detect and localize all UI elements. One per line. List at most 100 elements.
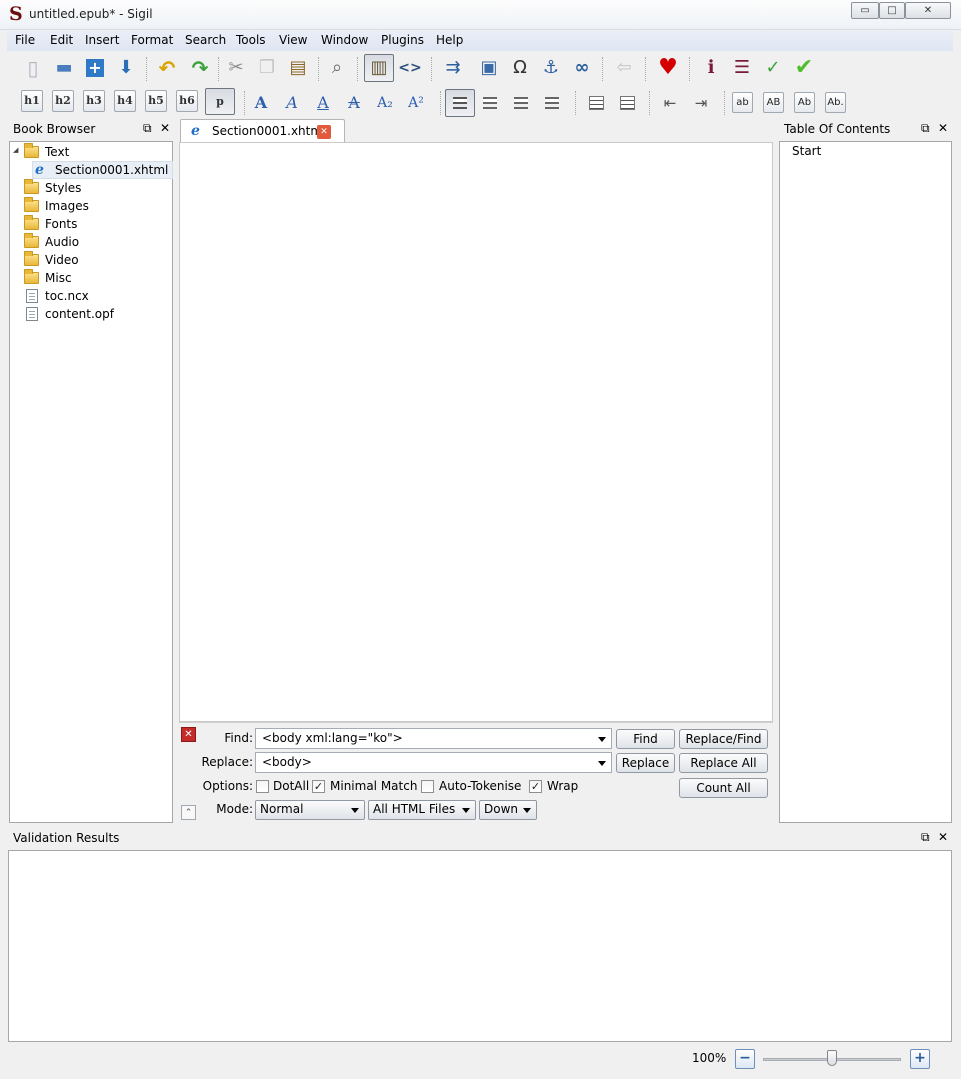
open-button[interactable]: ▬ [51,55,77,81]
align-center-button[interactable] [477,90,503,116]
numbered-list-button[interactable] [614,90,640,116]
donate-button[interactable]: ♥ [655,55,681,81]
collapse-find-icon[interactable]: ⌃ [181,805,196,820]
scope-select[interactable]: All HTML Files [368,800,476,820]
insert-link-button[interactable]: ∞ [569,55,595,81]
menu-format[interactable]: Format [131,33,173,47]
replace-all-button[interactable]: Replace All [679,753,768,773]
new-file-button[interactable]: ▯ [20,55,46,81]
tree-item-styles[interactable]: Styles [24,179,81,197]
code-view-button[interactable]: <> [397,55,423,81]
validation-float-button[interactable]: ⧉ [921,830,930,845]
find-replace-button[interactable]: ⌕ [324,55,350,81]
count-all-button[interactable]: Count All [679,778,768,798]
lowercase-button[interactable]: ab [732,92,753,113]
zoom-slider-thumb[interactable] [827,1050,837,1066]
close-tab-icon[interactable]: ✕ [317,125,331,139]
align-left-button[interactable] [445,89,475,117]
menu-edit[interactable]: Edit [50,33,73,47]
menu-window[interactable]: Window [321,33,368,47]
tree-item-content-opf[interactable]: content.opf [26,305,114,323]
zoom-in-button[interactable]: + [910,1049,930,1069]
toc-float-button[interactable]: ⧉ [921,121,930,136]
validation-close-button[interactable]: ✕ [938,830,948,844]
insert-special-char-button[interactable]: Ω [507,55,533,81]
minimize-button[interactable]: ▭ [851,2,879,19]
replace-input[interactable]: <body> [255,752,612,773]
undo-button[interactable]: ↶ [154,55,180,81]
strikethrough-button[interactable]: A [341,90,367,116]
redo-button[interactable]: ↷ [187,55,213,81]
tree-item-fonts[interactable]: Fonts [24,215,77,233]
underline-button[interactable]: A [310,90,336,116]
close-find-icon[interactable]: ✕ [181,727,196,742]
sentencecase-button[interactable]: Ab. [825,92,846,113]
menu-file[interactable]: File [15,33,35,47]
auto-tokenise-checkbox[interactable] [421,780,434,793]
increase-indent-button[interactable]: ⇥ [688,90,714,116]
zoom-slider[interactable] [763,1050,901,1068]
book-view-button[interactable]: ▥ [364,54,394,82]
minimal-match-checkbox[interactable]: ✓ [312,780,325,793]
editor-tab[interactable]: e Section0001.xhtml ✕ [180,119,345,143]
mode-select[interactable]: Normal [255,800,365,820]
titlecase-button[interactable]: Ab [794,92,815,113]
replace-find-button[interactable]: Replace/Find [679,729,768,749]
replace-button[interactable]: Replace [616,753,675,773]
tree-item-video[interactable]: Video [24,251,79,269]
spellcheck-button[interactable]: ✓ [760,55,786,81]
menu-plugins[interactable]: Plugins [381,33,424,47]
heading-h4-button[interactable]: h4 [114,90,136,112]
menu-insert[interactable]: Insert [85,33,119,47]
italic-button[interactable]: A [279,90,305,116]
heading-h1-button[interactable]: h1 [21,90,43,112]
tree-expand-icon[interactable]: ◢ [13,146,18,154]
validate-button[interactable]: ✔ [791,55,817,81]
tree-item-toc-ncx[interactable]: toc.ncx [26,287,89,305]
toc-editor-button[interactable]: ☰ [729,55,755,81]
paste-button[interactable]: ▤ [285,55,311,81]
save-button[interactable]: ⬇ [113,55,139,81]
heading-h3-button[interactable]: h3 [83,90,105,112]
find-input[interactable]: <body xml:lang="ko"> [255,728,612,749]
copy-button[interactable]: ❐ [254,55,280,81]
go-back-button[interactable]: ⇦ [611,55,637,81]
toc-item-start[interactable]: Start [792,144,821,158]
heading-h5-button[interactable]: h5 [145,90,167,112]
bold-button[interactable]: A [248,90,274,116]
heading-h6-button[interactable]: h6 [176,90,198,112]
direction-select[interactable]: Down [479,800,537,820]
superscript-button[interactable]: A² [403,90,429,116]
menu-search[interactable]: Search [185,33,226,47]
cut-button[interactable]: ✂ [223,55,249,81]
insert-image-button[interactable]: ▣ [476,55,502,81]
subscript-button[interactable]: A₂ [372,90,398,116]
menu-help[interactable]: Help [436,33,463,47]
add-existing-button[interactable]: + [82,55,108,81]
uppercase-button[interactable]: AB [763,92,784,113]
book-browser-float-button[interactable]: ⧉ [143,121,152,136]
editor-area[interactable] [179,142,773,722]
wrap-checkbox[interactable]: ✓ [529,780,542,793]
align-justify-button[interactable] [539,90,565,116]
tree-item-misc[interactable]: Misc [24,269,72,287]
paragraph-button[interactable]: p [205,88,235,115]
decrease-indent-button[interactable]: ⇤ [657,90,683,116]
heading-h2-button[interactable]: h2 [52,90,74,112]
split-file-button[interactable]: ⇉ [440,55,466,81]
toc-close-button[interactable]: ✕ [938,121,948,135]
metadata-editor-button[interactable]: ℹ [698,55,724,81]
maximize-button[interactable]: □ [879,2,905,19]
menu-view[interactable]: View [279,33,307,47]
tree-item-audio[interactable]: Audio [24,233,79,251]
tree-item-section0001[interactable]: e Section0001.xhtml [32,161,173,179]
find-button[interactable]: Find [616,729,675,749]
bullet-list-button[interactable] [583,90,609,116]
close-window-button[interactable]: ✕ [905,2,951,19]
tree-item-text[interactable]: Text [24,143,69,161]
tree-item-images[interactable]: Images [24,197,89,215]
insert-id-button[interactable]: ⚓ [538,55,564,81]
book-browser-close-button[interactable]: ✕ [160,121,170,135]
dotall-checkbox[interactable] [256,780,269,793]
menu-tools[interactable]: Tools [236,33,266,47]
